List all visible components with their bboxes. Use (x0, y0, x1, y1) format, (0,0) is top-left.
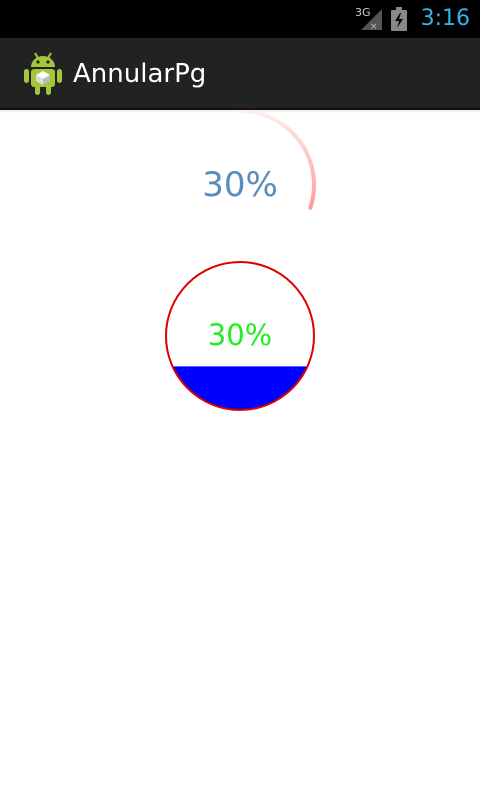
water-progress: 30% (164, 260, 316, 412)
svg-text:×: × (370, 22, 378, 31)
annular-progress-label: 30% (202, 165, 278, 205)
water-progress-label: 30% (207, 318, 273, 352)
status-bar: 3G × 3:16 (0, 0, 480, 38)
action-bar: AnnularPg (0, 38, 480, 110)
battery-charging-icon (391, 7, 407, 31)
annular-progress: 30% (0, 110, 480, 270)
content-area: 30% 30% (0, 110, 480, 800)
app-title: AnnularPg (73, 59, 207, 89)
android-robot-icon[interactable] (22, 50, 64, 96)
status-clock: 3:16 (420, 6, 470, 31)
signal-3g-icon: 3G × (355, 6, 382, 31)
network-type-label: 3G (355, 6, 371, 19)
water-progress-fill (166, 366, 314, 410)
